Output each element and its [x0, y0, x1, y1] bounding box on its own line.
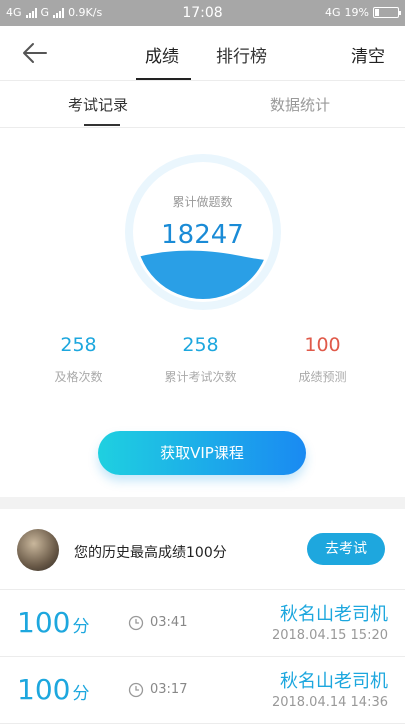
- clear-button[interactable]: 清空: [351, 42, 385, 67]
- record-user-name: 秋名山老司机: [280, 671, 388, 692]
- record-row[interactable]: 100 分 03:17 秋名山老司机 2018.04.14 14:36: [0, 657, 405, 724]
- get-vip-button[interactable]: 获取VIP课程: [98, 431, 306, 475]
- gauge-value: 18247: [161, 220, 244, 250]
- sub-tabs: 考试记录 数据统计: [0, 81, 405, 128]
- take-exam-button[interactable]: 去考试: [307, 533, 385, 565]
- record-row[interactable]: 100 分 03:41 秋名山老司机 2018.04.15 15:20: [0, 590, 405, 657]
- stat-value: 258: [60, 334, 97, 356]
- tab-scores[interactable]: 成绩: [145, 42, 179, 67]
- stat-total-exams: 258 累计考试次数: [133, 334, 268, 385]
- score-unit: 分: [72, 684, 90, 704]
- record-date: 2018.04.14 14:36: [271, 695, 388, 710]
- gauge-label: 累计做题数: [172, 195, 233, 209]
- score-value: 100: [17, 606, 71, 639]
- avatar: [17, 529, 59, 571]
- score-value: 100: [17, 673, 71, 706]
- stat-passed: 258 及格次数: [11, 334, 146, 385]
- network-type: 4G: [325, 6, 341, 19]
- stat-prediction: 100 成绩预测: [255, 334, 390, 385]
- record-duration: 03:17: [150, 682, 188, 697]
- score-unit: 分: [72, 617, 90, 637]
- stat-value: 100: [304, 334, 341, 356]
- active-subtab-indicator: [84, 124, 120, 126]
- stat-label: 及格次数: [54, 370, 103, 384]
- record-score: 100 分: [17, 673, 89, 706]
- stat-value: 258: [182, 334, 219, 356]
- record-score: 100 分: [17, 606, 89, 639]
- battery-icon: [373, 7, 401, 18]
- subtab-data-stats[interactable]: 数据统计: [270, 94, 330, 115]
- clock-icon: [128, 615, 144, 631]
- status-bar: 4G G 0.9K/s 17:08 4G 19%: [0, 0, 405, 26]
- subtab-exam-records[interactable]: 考试记录: [68, 94, 128, 115]
- record-user-name: 秋名山老司机: [280, 604, 388, 625]
- tab-leaderboard[interactable]: 排行榜: [216, 42, 267, 67]
- best-score-text: 您的历史最高成绩100分: [74, 545, 227, 561]
- section-divider: [0, 497, 405, 509]
- stat-label: 累计考试次数: [164, 370, 237, 384]
- clock-icon: [128, 682, 144, 698]
- best-score-row: 您的历史最高成绩100分 去考试: [0, 509, 405, 590]
- stat-label: 成绩预测: [298, 370, 347, 384]
- record-duration: 03:41: [150, 615, 188, 630]
- back-arrow-icon[interactable]: [20, 38, 50, 68]
- top-nav: 成绩 排行榜 清空: [0, 26, 405, 81]
- active-tab-indicator: [136, 78, 191, 80]
- battery-percent: 19%: [344, 6, 369, 19]
- record-date: 2018.04.15 15:20: [271, 628, 388, 643]
- status-right: 4G 19%: [325, 6, 401, 19]
